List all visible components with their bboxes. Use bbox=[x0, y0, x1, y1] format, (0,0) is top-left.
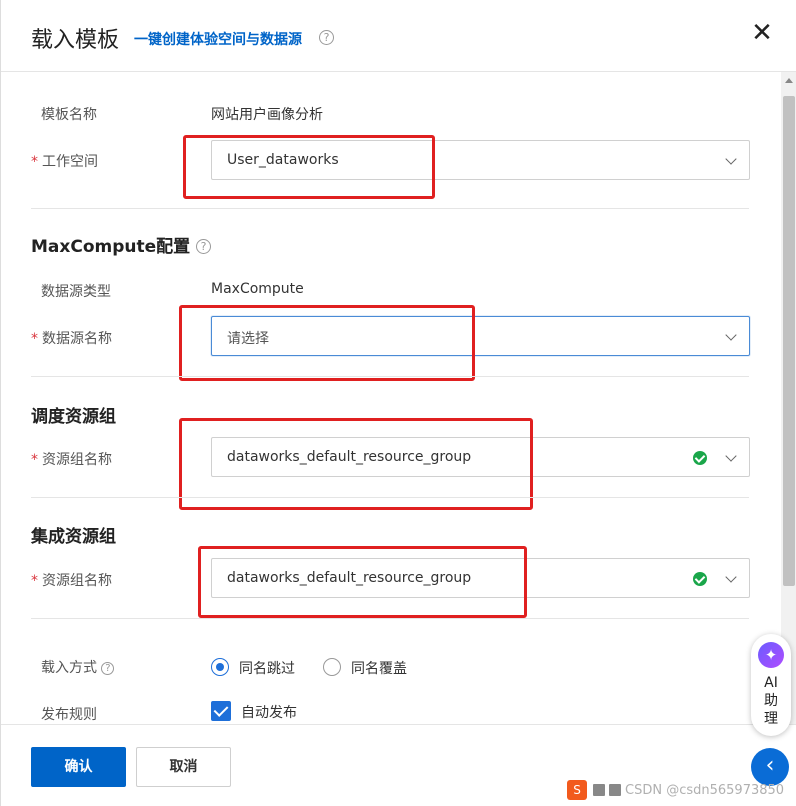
chevron-down-icon bbox=[725, 153, 737, 165]
radio-overwrite-same-name[interactable] bbox=[323, 658, 341, 676]
required-mark: * bbox=[31, 154, 38, 170]
collapse-panel-button[interactable]: ‹ bbox=[751, 748, 789, 786]
datasource-type-value: MaxCompute bbox=[211, 281, 304, 297]
tray-icon bbox=[609, 784, 621, 796]
scrollbar[interactable] bbox=[781, 72, 796, 724]
integration-resource-group-select[interactable]: dataworks_default_resource_group bbox=[211, 558, 750, 598]
chevron-down-icon bbox=[725, 450, 737, 462]
scroll-up-arrow-icon[interactable] bbox=[785, 78, 793, 83]
scheduling-resource-group-value: dataworks_default_resource_group bbox=[227, 449, 472, 465]
workspace-select-value: User_dataworks bbox=[227, 152, 339, 168]
scheduling-resource-group-select[interactable]: dataworks_default_resource_group bbox=[211, 437, 750, 477]
confirm-button[interactable]: 确认 bbox=[31, 747, 126, 787]
check-circle-icon bbox=[693, 572, 707, 586]
watermark-text: CSDN @csdn565973850 bbox=[625, 783, 785, 798]
load-mode-label-text: 载入方式 bbox=[41, 660, 97, 676]
radio-overwrite-same-name-label[interactable]: 同名覆盖 bbox=[351, 658, 407, 678]
radio-skip-same-name-label[interactable]: 同名跳过 bbox=[239, 658, 295, 678]
sogou-logo-icon: S bbox=[567, 780, 587, 800]
divider bbox=[31, 618, 749, 619]
datasource-name-select[interactable]: 请选择 bbox=[211, 316, 750, 356]
load-template-dialog: 载入模板 一键创建体验空间与数据源 ? ✕ 模板名称 网站用户画像分析 * 工作空… bbox=[0, 0, 796, 806]
datasource-type-label: 数据源类型 bbox=[41, 284, 111, 300]
required-mark: * bbox=[31, 573, 38, 589]
chevron-down-icon bbox=[725, 329, 737, 341]
help-icon[interactable]: ? bbox=[101, 662, 115, 675]
ai-assistant-button[interactable]: ✦ AI 助 理 bbox=[751, 634, 791, 736]
help-icon[interactable]: ? bbox=[196, 239, 212, 254]
help-icon[interactable]: ? bbox=[319, 30, 334, 45]
datasource-name-label-text: 数据源名称 bbox=[42, 331, 112, 347]
close-icon[interactable]: ✕ bbox=[749, 20, 775, 46]
maxcompute-section-title: MaxCompute配置 ? bbox=[31, 232, 212, 257]
publish-rule-label: 发布规则 bbox=[41, 707, 97, 723]
scrollbar-thumb[interactable] bbox=[783, 96, 795, 586]
template-name-label: 模板名称 bbox=[41, 107, 97, 123]
workspace-label: * 工作空间 bbox=[31, 151, 98, 171]
workspace-label-text: 工作空间 bbox=[42, 154, 98, 170]
auto-publish-checkbox[interactable] bbox=[211, 701, 231, 721]
datasource-name-placeholder: 请选择 bbox=[227, 331, 269, 347]
dialog-title: 载入模板 bbox=[31, 28, 120, 53]
cancel-button[interactable]: 取消 bbox=[136, 747, 231, 787]
required-mark: * bbox=[31, 452, 38, 468]
integration-resource-group-value: dataworks_default_resource_group bbox=[227, 570, 472, 586]
auto-publish-label[interactable]: 自动发布 bbox=[241, 702, 297, 722]
dialog-header: 载入模板 一键创建体验空间与数据源 ? ✕ bbox=[1, 0, 796, 72]
integration-group-section-title: 集成资源组 bbox=[31, 527, 116, 547]
ai-label-line: AI bbox=[764, 675, 778, 691]
template-name-value: 网站用户画像分析 bbox=[211, 107, 323, 123]
load-mode-label: 载入方式 ? bbox=[41, 657, 115, 677]
chevron-down-icon bbox=[725, 571, 737, 583]
workspace-select[interactable]: User_dataworks bbox=[211, 140, 750, 180]
ai-sparkle-icon: ✦ bbox=[758, 642, 784, 668]
divider bbox=[31, 208, 749, 209]
integration-resource-group-label-text: 资源组名称 bbox=[42, 573, 112, 589]
scheduling-resource-group-label-text: 资源组名称 bbox=[42, 452, 112, 468]
required-mark: * bbox=[31, 331, 38, 347]
scheduling-group-section-title: 调度资源组 bbox=[31, 407, 116, 427]
ai-assistant-label: AI 助 理 bbox=[751, 674, 791, 728]
integration-resource-group-label: * 资源组名称 bbox=[31, 570, 112, 590]
divider bbox=[31, 376, 749, 377]
ai-label-line: 理 bbox=[764, 711, 778, 727]
radio-skip-same-name[interactable] bbox=[211, 658, 229, 676]
maxcompute-title-text: MaxCompute配置 bbox=[31, 237, 191, 257]
dialog-subtitle: 一键创建体验空间与数据源 bbox=[134, 32, 302, 48]
check-circle-icon bbox=[693, 451, 707, 465]
divider bbox=[31, 497, 749, 498]
tray-icon bbox=[593, 784, 605, 796]
scheduling-resource-group-label: * 资源组名称 bbox=[31, 449, 112, 469]
datasource-name-label: * 数据源名称 bbox=[31, 328, 112, 348]
ai-label-line: 助 bbox=[764, 693, 778, 709]
